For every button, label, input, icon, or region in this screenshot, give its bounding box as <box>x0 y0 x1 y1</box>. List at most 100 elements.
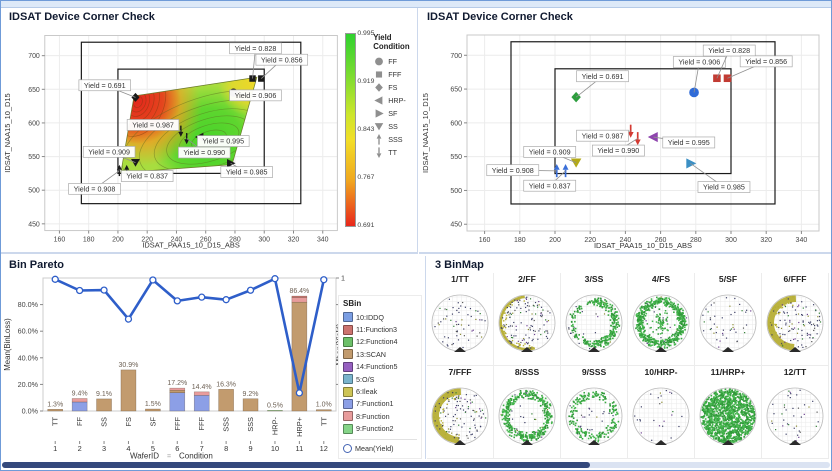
mean-yield-point <box>223 297 229 303</box>
sbin-item-label: 12:Function4 <box>356 337 398 346</box>
svg-text:9.1%: 9.1% <box>96 391 112 398</box>
wafer-label: 1/TT <box>427 273 493 286</box>
legend-item-FS[interactable]: FS <box>373 81 417 94</box>
marker-arrow-down <box>377 147 382 158</box>
yield-annotation: Yield = 0.908 <box>487 165 539 176</box>
wafer-cell-12/TT[interactable]: 12/TT <box>762 366 829 459</box>
marker-tri-left <box>375 96 383 104</box>
wafer-cell-5/SF[interactable]: 5/SF <box>695 273 762 366</box>
wafer-cell-10/HRP-[interactable]: 10/HRP- <box>628 366 695 459</box>
sbin-swatch <box>343 362 353 372</box>
dashboard: IDSAT Device Corner Check 16018020022024… <box>0 0 832 471</box>
svg-text:Yield = 0.909: Yield = 0.909 <box>88 148 130 156</box>
wafer-cell-11/HRP+[interactable]: 11/HRP+ <box>695 366 762 459</box>
svg-text:IDSAT_NAA15_10_D15: IDSAT_NAA15_10_D15 <box>3 93 12 172</box>
bar-wafer-4 <box>121 370 136 411</box>
wafer-cell-7/FFF[interactable]: 7/FFF <box>427 366 494 459</box>
sbin-item-13:SCAN[interactable]: 13:SCAN <box>343 348 417 360</box>
svg-text:Yield = 0.908: Yield = 0.908 <box>74 185 116 193</box>
yield-annotation: Yield = 0.837 <box>524 180 576 191</box>
marker-diamond <box>375 83 383 92</box>
legend-item-SS[interactable]: SS <box>373 120 417 133</box>
svg-text:FFF: FFF <box>197 417 206 431</box>
bar-wafer-1 <box>48 409 63 411</box>
sbin-item-14:Function5[interactable]: 14:Function5 <box>343 361 417 373</box>
svg-text:160: 160 <box>54 237 66 244</box>
svg-text:340: 340 <box>317 237 329 244</box>
bar-wafer-9 <box>243 399 258 411</box>
sbin-legend: SBin 10:IDDQ11:Function3 12:Function4 13:SC… <box>338 295 422 459</box>
svg-text:Yield = 0.987: Yield = 0.987 <box>132 122 174 130</box>
legend-item-SF[interactable]: SF <box>373 107 417 120</box>
bar-wafer-6 <box>170 388 185 411</box>
mean-yield-legend[interactable]: Mean(Yield) <box>343 443 417 455</box>
mean-yield-point <box>321 277 327 283</box>
wafer-label: 12/TT <box>762 366 828 379</box>
svg-text:Yield = 0.837: Yield = 0.837 <box>529 181 571 190</box>
marker-circle <box>375 58 383 66</box>
legend-item-HRP-[interactable]: HRP- <box>373 94 417 107</box>
horizontal-scrollbar[interactable] <box>2 462 830 468</box>
mean-yield-line <box>55 279 324 393</box>
legend-item-label: SF <box>388 109 397 118</box>
wafer-cell-6/FFF[interactable]: 6/FFF <box>762 273 829 366</box>
svg-text:40.0%: 40.0% <box>18 353 39 362</box>
bar-wafer-10 <box>267 410 282 411</box>
sbin-item-7:Function1[interactable]: 7:Function1 <box>343 398 417 410</box>
wafer-cell-8/SSS[interactable]: 8/SSS <box>494 366 561 459</box>
wafer-cell-1/TT[interactable]: 1/TT <box>427 273 494 366</box>
svg-text:14.4%: 14.4% <box>192 384 212 391</box>
svg-text:700: 700 <box>28 53 40 60</box>
svg-text:17.2%: 17.2% <box>167 380 187 387</box>
svg-text:650: 650 <box>28 87 40 94</box>
sbin-swatch <box>343 424 353 434</box>
wafer-cell-2/FF[interactable]: 2/FF <box>494 273 561 366</box>
yield-annotation: Yield = 0.985 <box>221 167 273 178</box>
legend-item-FFF[interactable]: FFF <box>373 68 417 81</box>
sbin-item-label: 9:Function2 <box>356 424 394 433</box>
svg-text:Yield = 0.828: Yield = 0.828 <box>708 46 750 55</box>
legend-item-label: FS <box>388 83 397 92</box>
legend-title: YieldCondition <box>373 33 417 51</box>
bin-pareto-chart[interactable]: 0.0%20.0%40.0%60.0%80.0%0.20.40.60.81Mea… <box>1 273 346 459</box>
wafer-cell-4/FS[interactable]: 4/FS <box>628 273 695 366</box>
legend-item-SSS[interactable]: SSS <box>373 133 417 146</box>
wafer-label: 7/FFF <box>427 366 493 379</box>
sbin-item-11:Function3[interactable]: 11:Function3 <box>343 323 417 335</box>
sbin-item-8:Function[interactable]: 8:Function <box>343 410 417 422</box>
svg-text:300: 300 <box>258 237 270 244</box>
scrollbar-thumb[interactable] <box>2 462 590 468</box>
sbin-swatch <box>343 374 353 384</box>
wafer-label: 11/HRP+ <box>695 366 761 379</box>
sbin-swatch <box>343 312 353 322</box>
svg-text:FS: FS <box>124 417 133 427</box>
yield-annotation: Yield = 0.987 <box>127 119 179 130</box>
sbin-item-6:Ileak[interactable]: 6:Ileak <box>343 385 417 397</box>
svg-text:IDSAT_PAA15_10_D15_ABS: IDSAT_PAA15_10_D15_ABS <box>142 240 240 249</box>
legend-item-TT[interactable]: TT <box>373 146 417 159</box>
sbin-item-9:Function2[interactable]: 9:Function2 <box>343 423 417 435</box>
panel-corner-check-scatter: IDSAT Device Corner Check 16018020022024… <box>419 8 832 254</box>
bar-wafer-12 <box>316 410 331 411</box>
mean-yield-point <box>272 276 278 282</box>
open-circle-icon <box>343 444 352 453</box>
panel-bin-pareto: Bin Pareto 0.0%20.0%40.0%60.0%80.0%0.20.… <box>1 256 426 459</box>
sbin-item-10:IDDQ[interactable]: 10:IDDQ <box>343 311 417 323</box>
mean-yield-point <box>150 277 156 283</box>
sbin-item-5:O/S[interactable]: 5:O/S <box>343 373 417 385</box>
contour-yield-chart[interactable]: 1601802002202402602803003203404505005506… <box>1 25 345 251</box>
legend-item-FF[interactable]: FF <box>373 55 417 68</box>
wafer-cell-9/SSS[interactable]: 9/SSS <box>561 366 628 459</box>
svg-text:16.3%: 16.3% <box>216 381 236 388</box>
scatter-yield-chart[interactable]: 1601802002202402602803003203404505005506… <box>419 25 829 251</box>
panel-corner-check-contour: IDSAT Device Corner Check 16018020022024… <box>1 8 418 254</box>
wafer-cell-3/SS[interactable]: 3/SS <box>561 273 628 366</box>
colorbar-tick: 0.767 <box>357 174 374 181</box>
panel-title-corner-contour: IDSAT Device Corner Check <box>1 8 417 25</box>
svg-text:Yield = 0.856: Yield = 0.856 <box>261 56 303 64</box>
svg-text:1: 1 <box>341 274 345 283</box>
svg-text:Yield = 0.995: Yield = 0.995 <box>202 138 244 146</box>
svg-text:180: 180 <box>514 237 526 244</box>
sbin-item-12:Function4[interactable]: 12:Function4 <box>343 336 417 348</box>
sbin-legend-title: SBin <box>343 299 417 308</box>
